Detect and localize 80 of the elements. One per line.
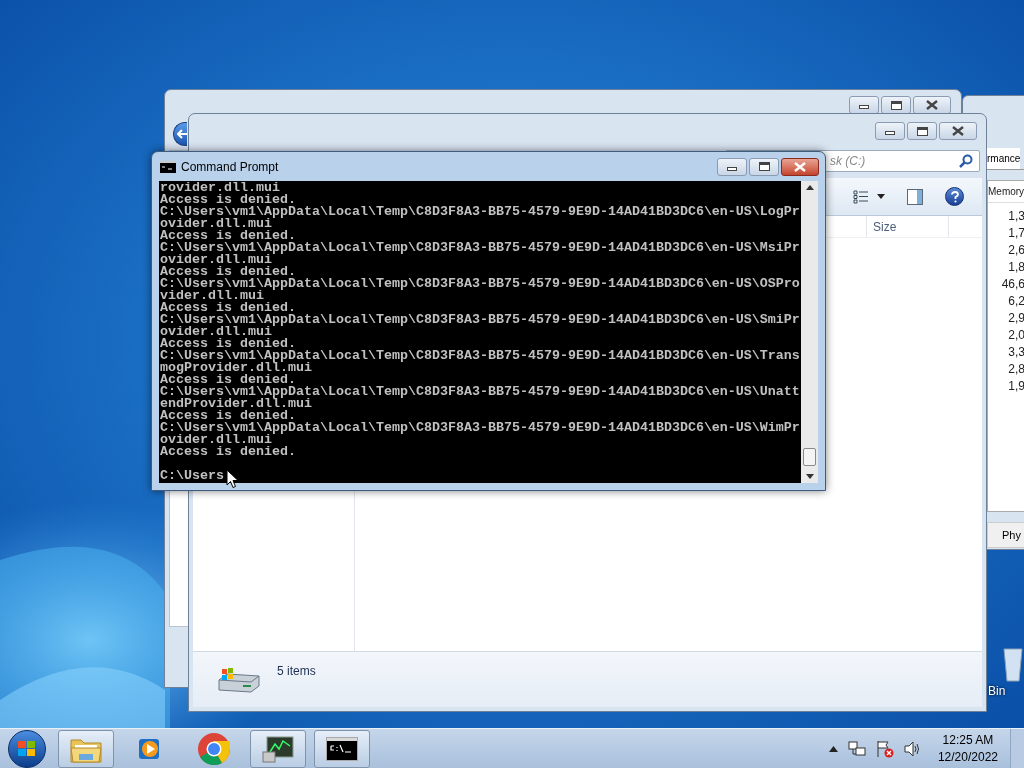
- flag-icon[interactable]: [875, 739, 894, 758]
- command-prompt[interactable]: C:\Users: [160, 470, 224, 482]
- browser-icon: [197, 731, 231, 766]
- console-line: endProvider.dll.mui: [160, 398, 312, 410]
- console-line: Access is denied.: [160, 374, 296, 386]
- console-line: mogProvider.dll.mui: [160, 362, 312, 374]
- table-cell-text: 6,2: [1007, 292, 1024, 309]
- taskbar-button[interactable]: [250, 729, 306, 768]
- close-button[interactable]: [781, 157, 819, 176]
- windows-logo-icon: [18, 740, 36, 757]
- scroll-thumb[interactable]: [803, 448, 816, 466]
- console-line: C:\Users\vm1\AppData\Local\Temp\C8D3F8A3-BB75-4579-9E9D-14AD41BD3DC6\en-US\MsiPr: [160, 242, 801, 254]
- minimize-button[interactable]: [849, 96, 879, 114]
- tab[interactable]: rmance: [987, 148, 1021, 169]
- list-view-icon: [853, 189, 869, 204]
- table-cell-text: 1,7: [1007, 224, 1024, 241]
- clock[interactable]: 12:25 AM 12/20/2022: [937, 731, 998, 766]
- console-line: ovider.dll.mui: [160, 254, 272, 266]
- speaker-icon[interactable]: [903, 740, 922, 757]
- table-cell-text: 1,8: [1007, 258, 1024, 275]
- preview-pane-button[interactable]: [907, 188, 923, 205]
- table-cell-text: 2,6: [1007, 241, 1024, 258]
- close-button[interactable]: [913, 96, 951, 114]
- close-icon: [926, 100, 938, 110]
- desktop-icon-label[interactable]: Bin: [988, 682, 1006, 700]
- close-icon: [794, 161, 806, 172]
- console-line: Access is denied.: [160, 194, 296, 206]
- caret-icon: [877, 194, 885, 199]
- scroll-up-icon[interactable]: [805, 185, 814, 190]
- console-line: Access is denied.: [160, 302, 296, 314]
- show-hidden-icons-icon[interactable]: [828, 745, 838, 752]
- table-cell-text: 2,9: [1007, 309, 1024, 326]
- table-cell-text: 3,3: [1007, 343, 1024, 360]
- scrollbar[interactable]: [801, 181, 818, 483]
- monitor-icon: [261, 733, 295, 764]
- table-cell-text: 46,6: [1000, 275, 1024, 292]
- console-line: C:\Users\vm1\AppData\Local\Temp\C8D3F8A3-BB75-4579-9E9D-14AD41BD3DC6\en-US\Unatt: [160, 386, 801, 398]
- console-line: ovider.dll.mui: [160, 218, 272, 230]
- status-text: 5 items: [277, 663, 316, 680]
- console-line: C:\Users\vm1\AppData\Local\Temp\C8D3F8A3-BB75-4579-9E9D-14AD41BD3DC6\en-US\Trans: [160, 350, 801, 362]
- console-line: Access is denied.: [160, 338, 296, 350]
- column-header: Memory: [988, 181, 1024, 203]
- scroll-down-icon[interactable]: [805, 474, 814, 479]
- maximize-button[interactable]: [881, 96, 911, 114]
- console-line: C:\Users\vm1\AppData\Local\Temp\C8D3F8A3-BB75-4579-9E9D-14AD41BD3DC6\en-US\LogPr: [160, 206, 801, 218]
- maximize-button[interactable]: [907, 122, 937, 140]
- console-line: Access is denied.: [160, 266, 296, 278]
- minimize-button[interactable]: [717, 157, 747, 176]
- console-line: C:\Users\vm1\AppData\Local\Temp\C8D3F8A3-BB75-4579-9E9D-14AD41BD3DC6\en-US\OSPro: [160, 278, 801, 290]
- taskbar-button[interactable]: [314, 729, 370, 768]
- close-button[interactable]: [939, 122, 977, 140]
- back-button[interactable]: [173, 122, 187, 146]
- column-header[interactable]: Size: [866, 216, 948, 237]
- console-line: C:\Users\vm1\AppData\Local\Temp\C8D3F8A3-BB75-4579-9E9D-14AD41BD3DC6\en-US\SmiPr: [160, 314, 801, 326]
- table-cell-text: 2,8: [1007, 360, 1024, 377]
- search-icon: [959, 154, 973, 168]
- view-options-button[interactable]: [853, 189, 885, 204]
- table-cell-text: 1,3: [1007, 207, 1024, 224]
- status-label: Phy: [1002, 527, 1021, 543]
- start-button[interactable]: [8, 729, 46, 768]
- console-line: vider.dll.mui: [160, 290, 264, 302]
- table-cell-text: 1,9: [1007, 377, 1024, 394]
- console-line: Access is denied.: [160, 410, 296, 422]
- console-line: ovider.dll.mui: [160, 434, 272, 446]
- console-line: C:\Users\vm1\AppData\Local\Temp\C8D3F8A3-BB75-4579-9E9D-14AD41BD3DC6\en-US\WimPr: [160, 422, 801, 434]
- help-button[interactable]: [945, 187, 964, 206]
- console-line: rovider.dll.mui: [160, 182, 280, 194]
- console-line: Access is denied.: [160, 230, 296, 242]
- question-mark-icon: [950, 190, 959, 203]
- console-icon: [160, 160, 176, 173]
- console-line: ovider.dll.mui: [160, 326, 272, 338]
- window-title: Command Prompt: [181, 158, 279, 176]
- arrow-left-icon: [177, 128, 187, 140]
- close-icon: [952, 126, 964, 136]
- maximize-button[interactable]: [749, 157, 779, 176]
- console-icon: [326, 736, 358, 761]
- table-cell-text: 2,0: [1007, 326, 1024, 343]
- network-icon[interactable]: [847, 740, 866, 757]
- minimize-button[interactable]: [875, 122, 905, 140]
- console-line: Access is denied.: [160, 446, 297, 458]
